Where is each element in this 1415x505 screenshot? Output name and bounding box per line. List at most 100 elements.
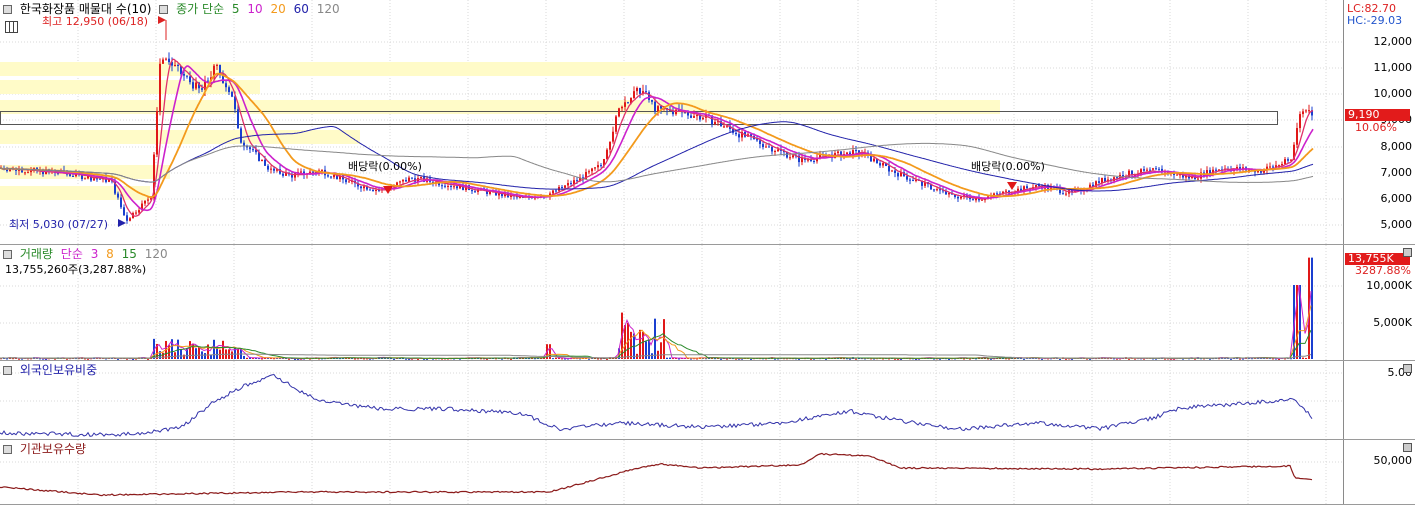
candle-body xyxy=(96,178,98,180)
volume-bar xyxy=(690,358,692,360)
volume-bar xyxy=(1302,357,1304,359)
foreign-plot-area[interactable]: 외국인보유비중 xyxy=(0,361,1343,439)
candle-body xyxy=(555,190,557,192)
candle-body xyxy=(147,199,149,201)
candle-body xyxy=(897,173,899,177)
volume-plot-area[interactable]: 거래량 단순 3 8 15 120 13,755,260주(3,287.88%) xyxy=(0,245,1343,360)
candle-body xyxy=(264,159,266,166)
volume-bar xyxy=(288,358,290,360)
volume-bar xyxy=(678,358,680,360)
candle-body xyxy=(252,149,254,151)
candle-body xyxy=(168,58,170,63)
volume-bar xyxy=(1086,358,1088,360)
candle-body xyxy=(186,75,188,77)
ma5-label: 5 xyxy=(231,2,240,16)
candle-body xyxy=(1215,169,1217,171)
institution-holding-pane[interactable]: 기관보유수량 50,000 xyxy=(0,440,1415,505)
institution-legend: 기관보유수량 xyxy=(3,442,90,456)
candle-body xyxy=(402,179,404,182)
close-pane-icon[interactable] xyxy=(1403,443,1412,452)
candle-body xyxy=(411,177,413,179)
foreign-chart-svg[interactable] xyxy=(0,361,1343,439)
candle-body xyxy=(123,207,125,216)
candle-body xyxy=(282,173,284,176)
candle-body xyxy=(600,165,602,167)
close-pane-icon[interactable] xyxy=(1403,248,1412,257)
volume-bar xyxy=(1230,358,1232,360)
candle-body xyxy=(1005,190,1007,192)
candle-body xyxy=(1284,159,1286,165)
volume-bar xyxy=(855,358,857,360)
volume-bar xyxy=(6,358,8,360)
pane-menu-icon[interactable] xyxy=(3,445,12,454)
candle-body xyxy=(27,172,29,174)
candle-body xyxy=(6,169,8,172)
candle-body xyxy=(156,111,158,155)
volume-bar xyxy=(231,351,233,359)
volume-bar xyxy=(501,358,503,360)
volume-profile-band xyxy=(0,186,150,200)
candle-body xyxy=(1116,177,1118,179)
candle-body xyxy=(1197,178,1199,180)
candle-body xyxy=(447,185,449,187)
candle-body xyxy=(24,172,26,174)
vol-ma120: 120 xyxy=(144,247,168,261)
candle-body xyxy=(372,190,374,192)
candle-body xyxy=(231,92,233,97)
candle-body xyxy=(894,170,896,174)
volume-bar xyxy=(798,358,800,360)
close-pane-icon[interactable] xyxy=(1403,364,1412,373)
candle-body xyxy=(801,158,803,163)
stock-chart-window: 한국화장품 매물대 수(10) 종가 단순 5 10 20 60 120 최고 … xyxy=(0,0,1415,505)
candle-body xyxy=(348,181,350,183)
institution-chart-svg[interactable] xyxy=(0,440,1343,504)
candle-body xyxy=(375,190,377,192)
volume-bar xyxy=(1134,358,1136,360)
candle-body xyxy=(177,64,179,66)
candle-body xyxy=(837,151,839,154)
high-price-label: 최고 12,950 (06/18) xyxy=(42,15,149,28)
volume-bar xyxy=(774,358,776,360)
candle-body xyxy=(657,106,659,112)
ma10-label: 10 xyxy=(247,2,263,16)
candle-body xyxy=(126,215,128,221)
pane-menu-icon[interactable] xyxy=(3,250,12,259)
pane-menu-icon[interactable] xyxy=(3,5,12,14)
ma-menu-icon[interactable] xyxy=(159,5,169,14)
candle-body xyxy=(474,191,476,193)
volume-bar xyxy=(810,358,812,360)
volume-bar xyxy=(393,358,395,360)
candle-body xyxy=(1158,168,1160,170)
volume-bar xyxy=(246,357,248,359)
price-pane[interactable]: 한국화장품 매물대 수(10) 종가 단순 5 10 20 60 120 최고 … xyxy=(0,0,1415,245)
candle-body xyxy=(639,87,641,94)
pane-menu-icon[interactable] xyxy=(3,366,12,375)
candle-body xyxy=(360,186,362,189)
volume-bar xyxy=(417,358,419,360)
volume-bar xyxy=(1242,358,1244,360)
candle-body xyxy=(69,174,71,176)
institution-plot-area[interactable]: 기관보유수량 xyxy=(0,440,1343,504)
candle-body xyxy=(1065,193,1067,195)
candle-body xyxy=(165,58,167,60)
candle-body xyxy=(597,165,599,168)
candle-body xyxy=(183,73,185,76)
ma120-label: 120 xyxy=(316,2,340,16)
candle-body xyxy=(1302,111,1304,115)
candle-body xyxy=(261,159,263,162)
volume-tick: 5,000K xyxy=(1373,316,1412,329)
volume-bar xyxy=(222,340,224,359)
candle-body xyxy=(396,182,398,186)
price-chart-svg[interactable] xyxy=(0,0,1343,244)
volume-bar xyxy=(1128,358,1130,360)
grid-table-icon[interactable] xyxy=(5,21,18,33)
volume-bar xyxy=(666,357,668,359)
high-marker-arrow xyxy=(158,16,166,24)
volume-chart-svg[interactable] xyxy=(0,245,1343,360)
volume-bar xyxy=(894,358,896,360)
price-plot-area[interactable]: 한국화장품 매물대 수(10) 종가 단순 5 10 20 60 120 최고 … xyxy=(0,0,1343,244)
foreign-holding-pane[interactable]: 외국인보유비중 5.00 xyxy=(0,361,1415,440)
volume-bar xyxy=(87,358,89,360)
volume-bar xyxy=(669,357,671,359)
volume-pane[interactable]: 거래량 단순 3 8 15 120 13,755,260주(3,287.88%)… xyxy=(0,245,1415,361)
